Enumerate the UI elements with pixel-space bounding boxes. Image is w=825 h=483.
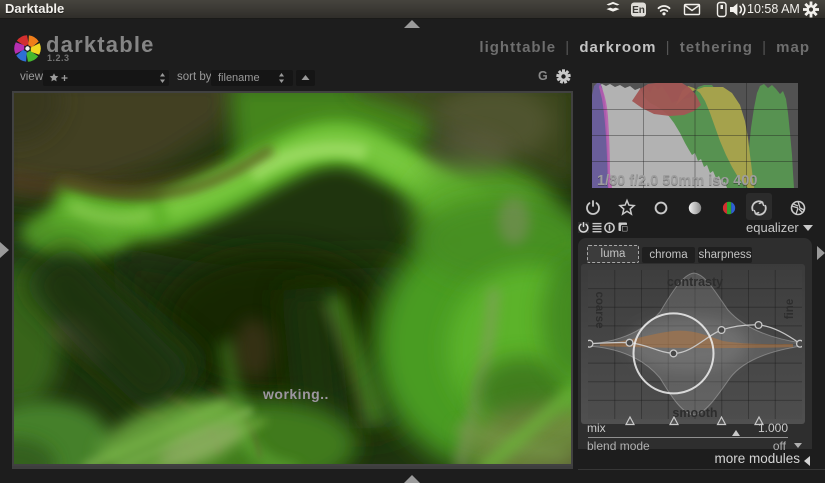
svg-text:En: En — [632, 5, 645, 16]
svg-text:coarse: coarse — [593, 291, 605, 328]
svg-text:contrasty: contrasty — [667, 275, 723, 289]
svg-text:fine: fine — [784, 299, 796, 319]
